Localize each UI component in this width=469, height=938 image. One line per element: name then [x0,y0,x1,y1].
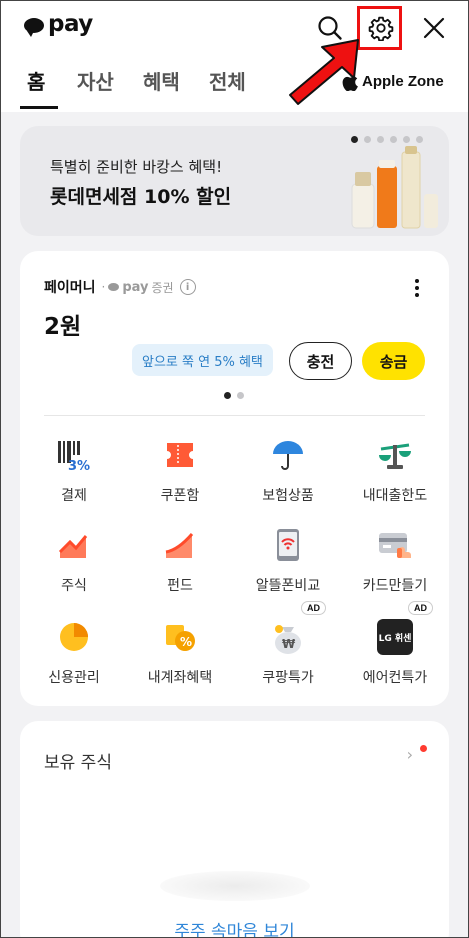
scale-icon [375,435,415,475]
more-options-button[interactable] [415,279,419,297]
page-dot [224,392,231,399]
menu-label: 주식 [61,578,87,594]
benefit-badge: 앞으로 쭉 연 5% 혜택 [132,344,273,376]
pay-money-card: 페이머니 · pay 증권 i 2원 앞으로 쭉 연 5% 혜택 충전 송금 3… [20,251,449,706]
kakaopay-logo[interactable]: pay [24,11,93,37]
page-dot [364,136,371,143]
umbrella-icon [268,435,308,475]
red-pointer-arrow [289,39,359,105]
svg-text:3%: 3% [68,459,90,471]
tab-all[interactable]: 전체 [209,66,246,95]
more-dot [415,286,419,290]
page-dot [351,136,358,143]
menu-label: 내계좌혜택 [147,670,213,686]
money-bag-icon: ₩ AD [268,601,326,657]
menu-fund[interactable]: 펀드 [125,525,235,595]
loading-shadow [160,871,310,901]
lg-whisen-logo: LG 휘센 [377,619,413,655]
brand-suffix: 증권 [151,280,174,295]
notification-dot [420,745,427,752]
menu-label: 신용관리 [48,670,100,686]
menu-coupon[interactable]: 쿠폰함 [125,435,235,505]
close-button[interactable] [416,10,452,46]
page-dot [390,136,397,143]
card-icon [375,525,415,565]
close-icon [423,17,445,39]
menu-label: 알뜰폰비교 [255,578,321,594]
stock-holdings-card: 보유 주식 › 주주 속마음 보기 [20,721,449,938]
ad-badge: AD [408,601,433,615]
active-tab-indicator [20,106,58,109]
lg-whisen-icon: LG 휘센 AD [375,601,433,657]
menu-label: 결제 [61,488,87,504]
more-dot [415,293,419,297]
main-tabs: 홈 자산 혜택 전체 Apple Zone [0,62,469,112]
menu-aircon-deal[interactable]: LG 휘센 AD 에어컨특가 [340,601,450,687]
page-dot [377,136,384,143]
pay-securities-brand: · pay 증권 [101,279,174,295]
logo-text: pay [48,11,93,37]
chevron-right-icon[interactable]: › [407,745,413,764]
card-pagination [224,392,244,399]
promo-banner[interactable]: 특별히 준비한 바캉스 혜택! 롯데면세점 10% 할인 [20,126,449,236]
tab-benefits[interactable]: 혜택 [143,66,180,95]
menu-loan-limit[interactable]: 내대출한도 [340,435,450,505]
credit-pie-icon [54,617,94,657]
menu-label: 내대출한도 [362,488,428,504]
tab-assets[interactable]: 자산 [77,66,114,95]
account-benefit-icon: % [160,617,200,657]
menu-payment[interactable]: 3% 결제 [19,435,129,505]
ad-badge: AD [301,601,326,615]
menu-label: 쿠폰함 [160,488,200,504]
menu-label: 쿠팡특가 [262,670,314,686]
page-dot [237,392,244,399]
tab-home[interactable]: 홈 [27,66,45,95]
brand-name: pay [122,279,149,295]
shareholder-insight-link[interactable]: 주주 속마음 보기 [20,917,449,938]
fund-chart-icon [160,525,200,565]
page-dot [403,136,410,143]
divider [44,415,425,416]
menu-label: 보험상품 [262,488,314,504]
speech-bubble-icon [108,283,120,291]
menu-credit[interactable]: 신용관리 [19,617,129,687]
pay-money-label: 페이머니 [44,280,96,296]
menu-make-card[interactable]: 카드만들기 [340,525,450,595]
menu-account-benefit[interactable]: % 내계좌혜택 [125,617,235,687]
payment-3percent-icon: 3% [54,435,94,475]
menu-label: 카드만들기 [362,578,428,594]
menu-insurance[interactable]: 보험상품 [233,435,343,505]
balance-amount: 2원 [44,314,82,340]
stock-chart-icon [54,525,94,565]
apple-zone-label: Apple Zone [362,73,444,90]
coupon-icon [160,435,200,475]
info-icon[interactable]: i [179,279,196,295]
phone-wifi-icon [268,525,308,565]
pay-money-header: 페이머니 · pay 증권 i [44,277,196,297]
more-dot [415,279,419,283]
banner-pagination [351,136,423,143]
menu-stock[interactable]: 주식 [19,525,129,595]
svg-text:%: % [180,635,192,649]
cosmetics-product-image [351,146,438,229]
menu-phone-compare[interactable]: 알뜰폰비교 [233,525,343,595]
menu-coupang-deal[interactable]: ₩ AD 쿠팡특가 [233,601,343,687]
page-dot [416,136,423,143]
menu-label: 에어컨특가 [362,670,428,686]
send-money-button[interactable]: 송금 [362,342,425,380]
banner-subtitle: 특별히 준비한 바캉스 혜택! [50,158,223,176]
banner-title: 롯데면세점 10% 할인 [50,186,232,208]
speech-bubble-icon [24,18,44,37]
charge-button[interactable]: 충전 [289,342,352,380]
svg-text:₩: ₩ [282,637,296,651]
menu-label: 펀드 [167,578,193,594]
stock-holdings-title: 보유 주식 [44,753,112,773]
